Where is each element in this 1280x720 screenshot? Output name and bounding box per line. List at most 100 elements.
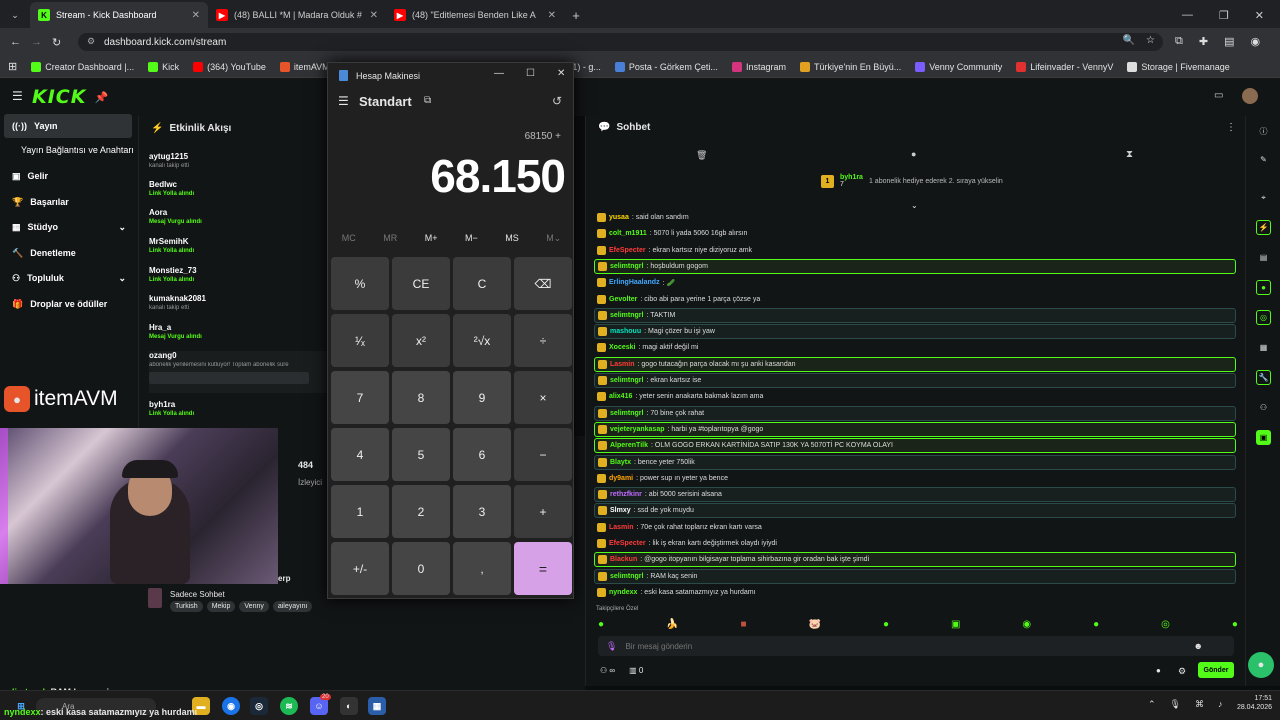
trash-icon[interactable]: 🗑 [696, 150, 707, 161]
chat-username[interactable]: Gevolter [609, 296, 637, 303]
site-info-icon[interactable]: ⚙ [87, 36, 95, 47]
chat-username[interactable]: Lasmin [610, 361, 635, 368]
memory-store-button[interactable]: MS [505, 233, 519, 244]
edit-icon[interactable]: ✎ [1256, 152, 1271, 167]
send-button[interactable]: Gönder [1198, 662, 1234, 678]
document-icon[interactable]: ▤ [1256, 250, 1271, 265]
capture-icon[interactable]: ⌖ [1256, 190, 1271, 205]
stream-tag[interactable]: aileyayını [272, 601, 313, 612]
chat-username[interactable]: Xoceski [609, 344, 635, 351]
calculator-taskbar-icon[interactable]: ▦ [368, 697, 386, 715]
memory-add-button[interactable]: M+ [425, 233, 438, 244]
history-icon[interactable]: ↺ [552, 94, 562, 108]
eight-key[interactable]: 8 [392, 371, 450, 424]
kick-logo[interactable]: KICK [32, 86, 86, 108]
chat-username[interactable]: colt_m1911 [609, 230, 647, 237]
chat-username[interactable]: yusaa [609, 214, 629, 221]
maximize-window-icon[interactable]: ❐ [1219, 9, 1229, 22]
clock[interactable]: 17:51 28.04.2026 [1228, 695, 1272, 711]
keep-on-top-icon[interactable]: ⧉ [424, 95, 431, 106]
stream-tag[interactable]: Venny [239, 601, 269, 612]
studio-mode-icon[interactable]: ▭ [1214, 90, 1223, 101]
minus-key[interactable]: − [514, 428, 572, 481]
menu-hamburger-icon[interactable]: ☰ [12, 89, 23, 103]
microphone-icon[interactable]: 🎙 [1170, 699, 1181, 710]
bookmark[interactable]: (364) YouTube [193, 61, 266, 72]
two-key[interactable]: 2 [392, 485, 450, 538]
memory-list-button[interactable]: M⌄ [546, 233, 561, 244]
bolt-icon[interactable]: ⚡ [1256, 220, 1271, 235]
info-icon[interactable]: ⓘ [1256, 124, 1271, 139]
hourglass-icon[interactable]: ⧗ [1126, 149, 1133, 160]
chat-username[interactable]: Blaytx [610, 459, 631, 466]
chat-assistant-icon[interactable]: ● [1248, 652, 1274, 678]
chat-username[interactable]: Slmxy [610, 507, 631, 514]
extension-icon[interactable]: ⧉ [1175, 35, 1183, 48]
chat-username[interactable]: Lasmin [609, 524, 634, 531]
reload-icon[interactable]: ↻ [52, 36, 61, 49]
spotify-icon[interactable]: ≋ [280, 697, 298, 715]
sidebar-item-basarilar[interactable]: 🏆 Başarılar [4, 190, 132, 214]
backspace-key[interactable]: ⌫ [514, 257, 572, 310]
pin-icon[interactable]: 📌 [94, 91, 108, 104]
sidebar-item-denetleme[interactable]: 🔨 Denetleme [4, 241, 132, 265]
apps-grid-icon[interactable]: ⊞ [8, 60, 17, 73]
close-tab-icon[interactable]: ✕ [548, 10, 556, 21]
chat-settings-bubble-icon[interactable]: ● [1156, 666, 1161, 675]
chat-username[interactable]: AlperenTilk [610, 442, 648, 449]
chat-menu-icon[interactable]: ⋮ [1226, 122, 1236, 133]
sidepanel-icon[interactable]: ▤ [1224, 35, 1234, 48]
chat-username[interactable]: nyndexx [609, 589, 637, 596]
bookmark[interactable]: Venny Community [915, 61, 1002, 72]
close-tab-icon[interactable]: ✕ [192, 10, 200, 21]
zoom-icon[interactable]: 🔍 [1123, 35, 1135, 46]
steam-icon[interactable]: ◎ [250, 697, 268, 715]
new-tab-icon[interactable]: + [564, 2, 588, 28]
emote-icon[interactable]: ◉ [1022, 619, 1031, 630]
sidebar-item-droplar[interactable]: 🎁 Droplar ve ödüller [4, 292, 132, 316]
bookmark[interactable]: Instagram [731, 61, 786, 72]
sidebar-item-stream-key[interactable]: Yayın Bağlantısı ve Anahtarı [4, 138, 138, 162]
chat-username[interactable]: vejeteryankasap [610, 426, 664, 433]
collapse-icon[interactable]: ⌄ [911, 201, 918, 210]
minimize-window-icon[interactable]: — [1182, 9, 1193, 21]
emote-icon[interactable]: ● [883, 619, 889, 630]
chat-username[interactable]: Blackun [610, 556, 637, 563]
percent-key[interactable]: % [331, 257, 389, 310]
sidebar-item-topluluk[interactable]: ⚇ Topluluk ⌄ [4, 266, 132, 290]
five-key[interactable]: 5 [392, 428, 450, 481]
address-bar[interactable]: ⚙ dashboard.kick.com/stream 🔍 ☆ [78, 33, 1163, 51]
chat-bubble-icon[interactable]: ● [1256, 280, 1271, 295]
emote-icon[interactable]: 🍌 [666, 619, 678, 630]
emoji-icon[interactable]: ☻ [1193, 641, 1202, 651]
emote-icon[interactable]: ● [1232, 619, 1238, 630]
chat-username[interactable]: EfeSpecter [609, 247, 646, 254]
back-icon[interactable]: ← [10, 36, 21, 48]
bookmark[interactable]: Lifeinvader - VennyV [1016, 61, 1113, 72]
chat-text-field[interactable] [625, 641, 1186, 651]
broadcast-icon[interactable]: ◎ [1256, 310, 1271, 325]
minimize-icon[interactable]: — [494, 68, 504, 79]
microphone-icon[interactable]: 🎙 [606, 641, 617, 652]
multiply-key[interactable]: × [514, 371, 572, 424]
equals-key[interactable]: = [514, 542, 572, 595]
memory-recall-button[interactable]: MR [383, 233, 397, 244]
sidebar-item-yayin[interactable]: ((·)) Yayın [4, 114, 132, 138]
six-key[interactable]: 6 [453, 428, 511, 481]
emote-icon[interactable]: ▣ [951, 619, 960, 630]
tab-search-icon[interactable]: ⌄ [0, 2, 30, 28]
close-icon[interactable]: ✕ [557, 68, 565, 79]
bookmark[interactable]: Creator Dashboard |... [31, 61, 134, 72]
chat-username[interactable]: selimtngrl [610, 377, 643, 384]
plus-key[interactable]: + [514, 485, 572, 538]
bookmark[interactable]: Kick [148, 61, 179, 72]
menu-hamburger-icon[interactable]: ☰ [338, 94, 349, 108]
kick-app-icon[interactable]: ▣ [1256, 430, 1271, 445]
browser-tab-kick[interactable]: K Stream - Kick Dashboard ✕ [30, 2, 208, 28]
decimal-key[interactable]: , [453, 542, 511, 595]
wrench-icon[interactable]: 🔧 [1256, 370, 1271, 385]
reciprocal-key[interactable]: ¹⁄ₓ [331, 314, 389, 367]
one-key[interactable]: 1 [331, 485, 389, 538]
community-icon[interactable]: ⚇ [1256, 400, 1271, 415]
bookmark[interactable]: Türkiye'nin En Büyü... [799, 61, 901, 72]
